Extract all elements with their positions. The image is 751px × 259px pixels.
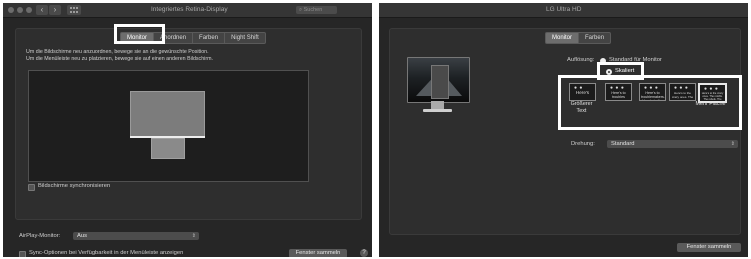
search-input[interactable]: ⌕ Suchen	[296, 6, 337, 14]
airplay-label: AirPlay-Monitor:	[19, 233, 61, 239]
rotation-value: Standard	[611, 141, 635, 147]
display-preview-image	[407, 55, 470, 115]
rotation-select[interactable]: Standard ⇕	[607, 140, 738, 148]
monitor-stand	[431, 101, 444, 109]
zoom-window-button[interactable]	[26, 7, 32, 13]
minimize-window-button[interactable]	[17, 7, 23, 13]
title-bar: LG Ultra HD	[379, 3, 748, 18]
title-bar: ‹ › Integriertes Retina-Display ⌕ Suchen	[3, 3, 372, 18]
sync-options-label: Sync-Optionen bei Verfügbarkeit in der M…	[29, 250, 184, 256]
secondary-display-thumbnail[interactable]	[151, 138, 185, 159]
airplay-value: Aus	[77, 233, 87, 239]
gather-windows-button[interactable]: Fenster sammeln	[677, 243, 741, 252]
tab-night-shift[interactable]: Night Shift	[225, 32, 266, 44]
tab-colors[interactable]: Farben	[579, 32, 612, 44]
sync-displays-checkbox[interactable]	[28, 184, 35, 191]
highlight-monitor-tab	[114, 24, 165, 44]
instruction-line-1: Um die Bildschirme neu anzuordnen, beweg…	[26, 49, 209, 55]
instruction-line-2: Um die Menüleiste neu zu platzieren, bew…	[26, 56, 213, 62]
chevron-updown-icon: ⇕	[191, 233, 196, 239]
lg-display-window: LG Ultra HD Monitor Farben Auflösung: St…	[379, 3, 748, 257]
builtin-display-window: ‹ › Integriertes Retina-Display ⌕ Suchen…	[3, 3, 372, 257]
resolution-label: Auflösung:	[567, 57, 595, 63]
tab-bar: Monitor Farben	[545, 32, 612, 44]
search-placeholder: Suchen	[303, 7, 323, 13]
help-button[interactable]: ?	[360, 249, 368, 257]
back-button[interactable]: ‹	[36, 5, 48, 15]
search-icon: ⌕	[299, 7, 303, 13]
forward-button[interactable]: ›	[49, 5, 61, 15]
window-title: Integriertes Retina-Display	[151, 6, 228, 13]
show-all-grid-icon[interactable]	[67, 5, 81, 15]
window-title: LG Ultra HD	[546, 6, 582, 13]
sync-options-checkbox[interactable]	[19, 251, 26, 257]
tab-monitor[interactable]: Monitor	[545, 32, 580, 44]
highlight-resolution-options	[558, 75, 742, 130]
main-display-thumbnail[interactable]	[130, 91, 205, 138]
arrange-instructions: Um die Bildschirme neu anzuordnen, beweg…	[26, 49, 213, 63]
tab-colors[interactable]: Farben	[193, 32, 226, 44]
monitor-foot	[423, 109, 452, 112]
rotation-label: Drehung:	[571, 141, 595, 147]
gather-windows-button[interactable]: Fenster sammeln	[289, 249, 347, 257]
chevron-updown-icon: ⇕	[730, 141, 735, 147]
close-window-button[interactable]	[8, 7, 14, 13]
desktop-wallpaper	[407, 57, 470, 103]
display-arrangement-area	[28, 70, 309, 182]
sync-displays-label: Bildschirme synchronisieren	[38, 183, 111, 189]
airplay-select[interactable]: Aus ⇕	[73, 232, 199, 240]
